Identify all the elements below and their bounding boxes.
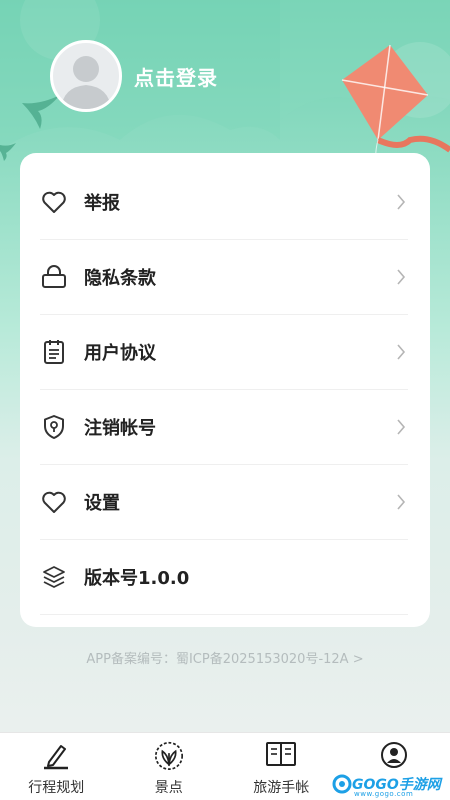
version-label: 版本号1.0.0 (84, 568, 190, 589)
menu-item-version: 版本号1.0.0 (40, 540, 408, 615)
tab-label: 景点 (154, 780, 183, 796)
scenic-icon (153, 739, 185, 771)
watermark-logo-icon (332, 774, 352, 794)
clipboard-icon (40, 338, 68, 366)
user-icon (378, 739, 410, 771)
menu-item-privacy[interactable]: 隐私条款 (40, 240, 408, 315)
chevron-right-icon (394, 342, 408, 362)
chevron-right-icon (394, 192, 408, 212)
menu-item-label: 举报 (84, 193, 120, 214)
layers-icon (40, 563, 68, 591)
lock-icon (40, 263, 68, 291)
tab-scenic-spots[interactable]: 景点 (113, 733, 226, 800)
chevron-right-icon (394, 417, 408, 437)
heart-icon (40, 488, 68, 516)
tab-itinerary[interactable]: 行程规划 (0, 733, 113, 800)
tab-label: 旅游手帐 (253, 780, 310, 796)
heart-icon (40, 188, 68, 216)
chevron-right-icon (394, 492, 408, 512)
gogo-watermark: GOGO手游网 www.gogo.com (332, 768, 450, 800)
menu-item-report[interactable]: 举报 (40, 165, 408, 240)
pencil-icon (40, 739, 72, 771)
profile-header[interactable]: 点击登录 (50, 40, 218, 112)
menu-item-label: 用户协议 (84, 343, 156, 364)
book-icon (265, 739, 297, 771)
avatar-placeholder-icon (61, 56, 111, 109)
tab-travel-journal[interactable]: 旅游手帐 (225, 733, 338, 800)
menu-item-label: 隐私条款 (84, 268, 156, 289)
menu-item-delete-account[interactable]: 注销帐号 (40, 390, 408, 465)
login-link[interactable]: 点击登录 (134, 62, 218, 91)
menu-item-settings[interactable]: 设置 (40, 465, 408, 540)
tab-label: 行程规划 (28, 780, 85, 796)
avatar[interactable] (50, 40, 122, 112)
shield-icon (40, 413, 68, 441)
icp-filing-link[interactable]: APP备案编号：蜀ICP备2025153020号-12A > (0, 648, 450, 667)
chevron-right-icon (394, 267, 408, 287)
menu-item-label: 设置 (84, 493, 120, 514)
settings-menu-card: 举报 隐私条款 用户协议 注销帐号 设置 版本号1.0.0 (20, 153, 430, 627)
menu-item-label: 注销帐号 (84, 418, 156, 439)
menu-item-user-agreement[interactable]: 用户协议 (40, 315, 408, 390)
watermark-url: www.gogo.com (354, 790, 414, 798)
